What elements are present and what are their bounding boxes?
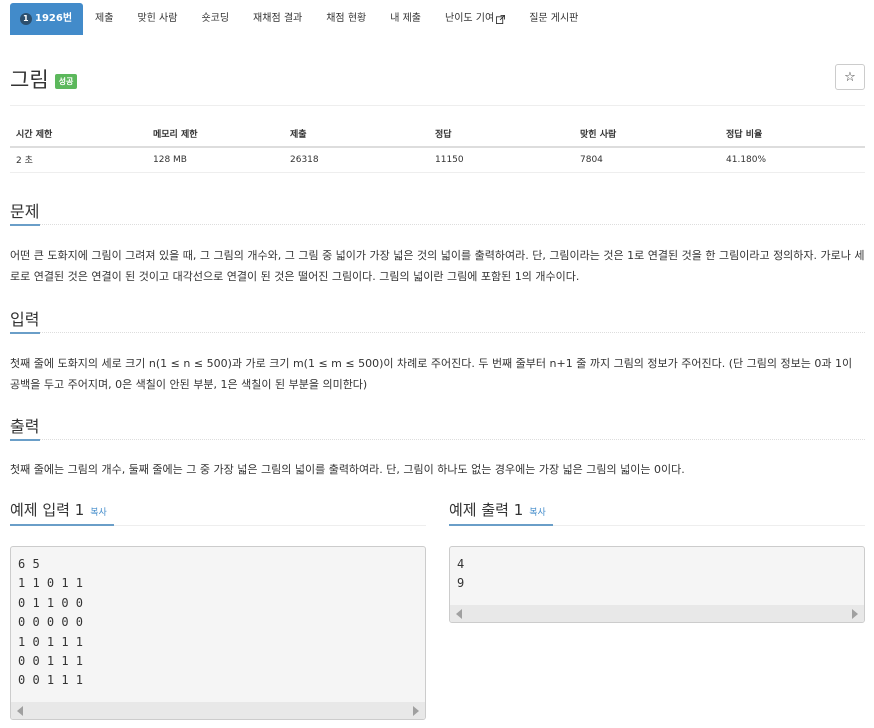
sample-input-title: 예제 입력 1 xyxy=(10,501,85,519)
copy-output-link[interactable]: 복사 xyxy=(529,508,546,518)
sample-output-underline xyxy=(449,524,865,526)
problem-heading: 문제 xyxy=(10,202,40,221)
tab-difficulty-contribution[interactable]: 난이도 기여 xyxy=(433,3,517,35)
header-time-limit: 시간 제한 xyxy=(10,120,147,148)
header-accepted-users: 맞힌 사람 xyxy=(574,120,720,148)
input-heading: 입력 xyxy=(10,310,40,329)
problem-heading-underline xyxy=(10,224,865,226)
scroll-left-arrow-icon[interactable] xyxy=(456,609,462,619)
sample-output-box[interactable]: 4 9 xyxy=(449,546,865,623)
difficulty-contribution-label: 난이도 기여 xyxy=(445,13,495,24)
star-icon: ☆ xyxy=(844,69,856,85)
favorite-star-button[interactable]: ☆ xyxy=(835,64,865,90)
sample-input-underline xyxy=(10,524,426,526)
tab-question-board[interactable]: 질문 게시판 xyxy=(517,3,590,35)
input-description: 첫째 줄에 도화지의 세로 크기 n(1 ≤ n ≤ 500)과 가로 크기 m… xyxy=(10,357,853,391)
sample-output-title: 예제 출력 1 xyxy=(449,501,524,519)
output-description: 첫째 줄에는 그림의 개수, 둘째 줄에는 그 중 가장 넓은 그림의 넓이를 … xyxy=(10,463,685,476)
input-heading-underline xyxy=(10,332,865,334)
tab-judge-status[interactable]: 채점 현황 xyxy=(314,3,378,35)
accepted-value[interactable]: 11150 xyxy=(429,147,574,173)
accepted-users-value[interactable]: 7804 xyxy=(574,147,720,173)
sample-input-scrollbar[interactable] xyxy=(11,702,425,719)
output-heading: 출력 xyxy=(10,417,40,436)
info-table-row: 2 초 128 MB 26318 11150 7804 41.180% xyxy=(10,147,865,173)
header-accepted: 정답 xyxy=(429,120,574,148)
info-table-header-row: 시간 제한 메모리 제한 제출 정답 맞힌 사람 정답 비율 xyxy=(10,120,865,148)
problem-nav-tabs: 1926번 제출 맞힌 사람 숏코딩 재채점 결과 채점 현황 내 제출 난이도… xyxy=(10,3,590,35)
title-divider xyxy=(10,105,865,106)
sample-output-scrollbar[interactable] xyxy=(450,605,864,622)
submissions-value[interactable]: 26318 xyxy=(284,147,429,173)
sample-output-heading: 예제 출력 1 복사 xyxy=(449,499,546,520)
scroll-right-arrow-icon[interactable] xyxy=(413,706,419,716)
header-memory-limit: 메모리 제한 xyxy=(147,120,284,148)
tab-problem[interactable]: 1926번 xyxy=(10,3,84,35)
tab-accepted-users[interactable]: 맞힌 사람 xyxy=(125,3,189,35)
problem-info-table: 시간 제한 메모리 제한 제출 정답 맞힌 사람 정답 비율 2 초 128 M… xyxy=(10,120,865,173)
copy-input-link[interactable]: 복사 xyxy=(90,508,107,518)
sample-input-heading: 예제 입력 1 복사 xyxy=(10,499,107,520)
problem-title-row: 그림 성공 xyxy=(10,64,78,94)
problem-number: 1926번 xyxy=(35,13,73,24)
problem-description: 어떤 큰 도화지에 그림이 그려져 있을 때, 그 그림의 개수와, 그 그림 … xyxy=(10,249,865,283)
sample-output-text: 4 9 xyxy=(457,557,465,591)
sample-input-box[interactable]: 6 5 1 1 0 1 1 0 1 1 0 0 0 0 0 0 0 1 0 1 … xyxy=(10,546,426,720)
header-accept-ratio: 정답 비율 xyxy=(720,120,865,148)
tier-badge-icon xyxy=(20,3,32,35)
accept-ratio-value: 41.180% xyxy=(720,147,865,173)
output-heading-underline xyxy=(10,439,865,441)
external-link-icon xyxy=(496,14,506,24)
scroll-right-arrow-icon[interactable] xyxy=(852,609,858,619)
tab-rejudge-results[interactable]: 재채점 결과 xyxy=(241,3,314,35)
tab-submit[interactable]: 제출 xyxy=(83,3,125,35)
tab-my-submissions[interactable]: 내 제출 xyxy=(378,3,433,35)
sample-input-text: 6 5 1 1 0 1 1 0 1 1 0 0 0 0 0 0 0 1 0 1 … xyxy=(18,557,84,688)
time-limit-value: 2 초 xyxy=(10,147,147,173)
scroll-left-arrow-icon[interactable] xyxy=(17,706,23,716)
tab-short-coding[interactable]: 숏코딩 xyxy=(189,3,241,35)
status-badge: 성공 xyxy=(54,73,78,89)
problem-title: 그림 xyxy=(10,68,49,92)
header-submissions: 제출 xyxy=(284,120,429,148)
memory-limit-value: 128 MB xyxy=(147,147,284,173)
